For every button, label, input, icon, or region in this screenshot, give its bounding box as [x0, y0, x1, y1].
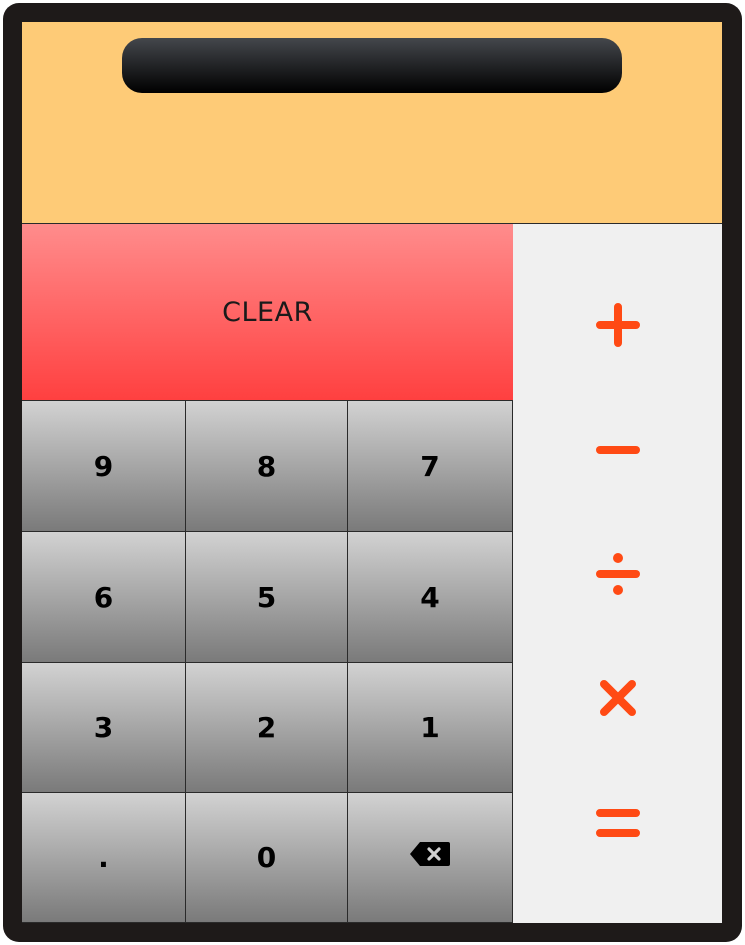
plus-button[interactable]: [513, 275, 722, 375]
digit-6-button[interactable]: 6: [22, 532, 186, 663]
equals-button[interactable]: [513, 773, 722, 873]
minus-button[interactable]: [513, 400, 722, 500]
display-panel: [22, 22, 722, 224]
display-readout: [122, 38, 622, 93]
decimal-point-button[interactable]: .: [22, 793, 186, 923]
digit-5-button[interactable]: 5: [186, 532, 348, 663]
minus-icon: [595, 444, 640, 456]
divide-icon: [595, 552, 640, 596]
digit-4-button[interactable]: 4: [348, 532, 513, 663]
digit-3-button[interactable]: 3: [22, 663, 186, 793]
multiply-button[interactable]: [513, 648, 722, 748]
digit-0-button[interactable]: 0: [186, 793, 348, 923]
equals-icon: [595, 807, 640, 839]
digit-grid: 9 8 7 6 5 4 3 2 1 . 0: [22, 401, 513, 923]
backspace-icon: [409, 841, 451, 874]
backspace-button[interactable]: [348, 793, 513, 923]
multiply-icon: [599, 679, 637, 717]
digit-8-button[interactable]: 8: [186, 401, 348, 532]
digit-1-button[interactable]: 1: [348, 663, 513, 793]
keypad: CLEAR 9 8 7 6 5 4 3 2 1 . 0: [22, 224, 513, 923]
digit-7-button[interactable]: 7: [348, 401, 513, 532]
operator-panel: [513, 224, 722, 923]
clear-button[interactable]: CLEAR: [22, 224, 513, 401]
divide-button[interactable]: [513, 524, 722, 624]
digit-9-button[interactable]: 9: [22, 401, 186, 532]
plus-icon: [595, 303, 640, 347]
digit-2-button[interactable]: 2: [186, 663, 348, 793]
